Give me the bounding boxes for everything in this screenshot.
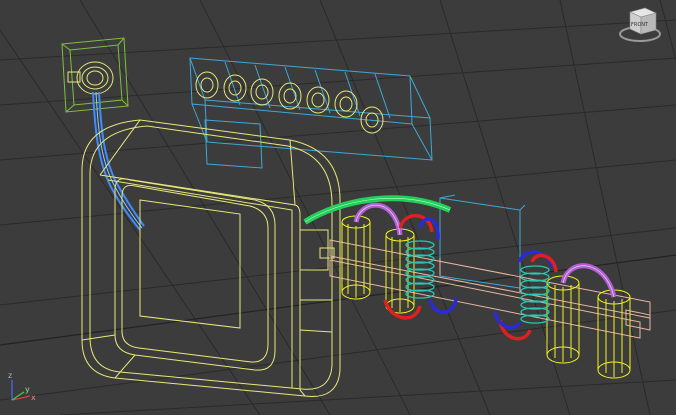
axis-y-label: y — [25, 385, 30, 394]
viewcube-face-label: FRONT — [631, 22, 649, 28]
tank-wire[interactable] — [81, 119, 341, 397]
rail-wire[interactable] — [329, 239, 651, 339]
pump-ring[interactable] — [67, 61, 114, 95]
ring-rack-wire[interactable] — [189, 57, 433, 169]
scene-canvas[interactable]: z x y FRONT — [0, 0, 676, 415]
coil-group-right[interactable] — [493, 250, 631, 379]
axis-z-label: z — [8, 371, 12, 380]
axis-tripod: z x y — [8, 371, 36, 402]
pump-box-wire[interactable] — [61, 37, 129, 113]
axis-x-label: x — [31, 393, 36, 402]
blue-tube[interactable] — [92, 91, 145, 231]
viewcube[interactable]: FRONT — [619, 7, 661, 42]
coil-frame-wire[interactable] — [439, 194, 526, 289]
viewport-perspective[interactable]: z x y FRONT — [0, 0, 676, 415]
